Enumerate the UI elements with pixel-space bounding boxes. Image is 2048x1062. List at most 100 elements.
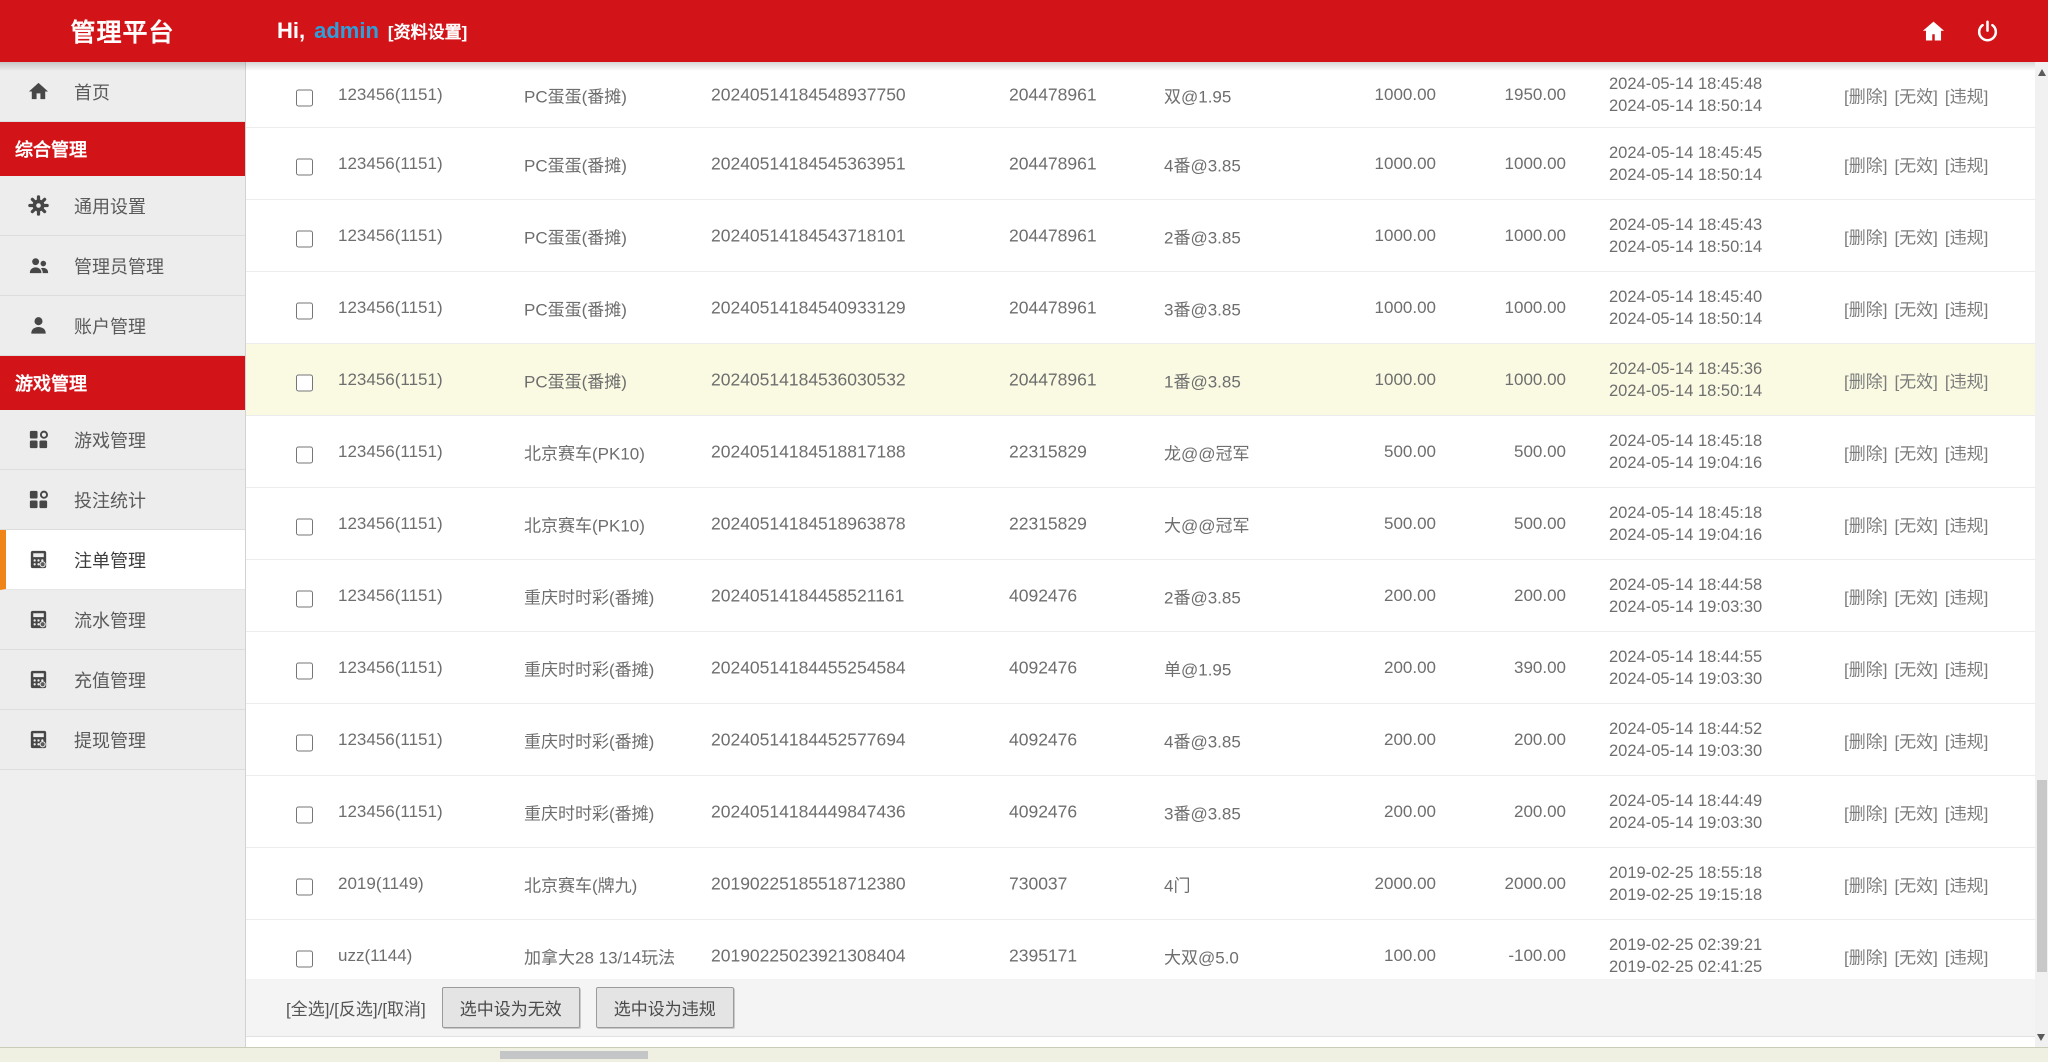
action-violation[interactable]: [违规]: [1945, 804, 1988, 823]
action-invalid[interactable]: [无效]: [1894, 372, 1937, 391]
action-violation[interactable]: [违规]: [1945, 732, 1988, 751]
action-delete[interactable]: [删除]: [1844, 876, 1887, 895]
action-invalid[interactable]: [无效]: [1894, 516, 1937, 535]
action-violation[interactable]: [违规]: [1945, 660, 1988, 679]
action-violation[interactable]: [违规]: [1945, 372, 1988, 391]
row-checkbox[interactable]: [296, 158, 313, 175]
action-violation[interactable]: [违规]: [1945, 948, 1988, 967]
action-violation[interactable]: [违规]: [1945, 588, 1988, 607]
row-checkbox[interactable]: [296, 374, 313, 391]
action-violation[interactable]: [违规]: [1945, 156, 1988, 175]
row-checkbox[interactable]: [296, 590, 313, 607]
row-checkbox[interactable]: [296, 518, 313, 535]
action-delete[interactable]: [删除]: [1844, 516, 1887, 535]
row-checkbox[interactable]: [296, 302, 313, 319]
action-delete[interactable]: [删除]: [1844, 732, 1887, 751]
action-delete[interactable]: [删除]: [1844, 948, 1887, 967]
action-invalid[interactable]: [无效]: [1894, 588, 1937, 607]
action-invalid[interactable]: [无效]: [1894, 444, 1937, 463]
horizontal-scrollbar[interactable]: [0, 1047, 2048, 1062]
action-invalid[interactable]: [无效]: [1894, 876, 1937, 895]
sidebar-item-home[interactable]: 首页: [0, 62, 245, 122]
sidebar-item-recharge-management[interactable]: 充值管理: [0, 650, 245, 710]
cell-user: uzz(1144): [338, 946, 412, 966]
action-violation[interactable]: [违规]: [1945, 87, 1988, 106]
cell-times: 2024-05-14 18:44:582024-05-14 19:03:30: [1609, 574, 1762, 618]
action-violation[interactable]: [违规]: [1945, 876, 1988, 895]
cell-times: 2024-05-14 18:45:432024-05-14 18:50:14: [1609, 214, 1762, 258]
vertical-scrollbar-thumb[interactable]: [2037, 780, 2047, 972]
action-violation[interactable]: [违规]: [1945, 228, 1988, 247]
cell-bet-content: 4番@3.85: [1164, 151, 1241, 176]
grid-icon: [26, 428, 50, 452]
action-delete[interactable]: [删除]: [1844, 660, 1887, 679]
sidebar-item-account-management[interactable]: 账户管理: [0, 296, 245, 356]
cell-order-no: 20240514184543718101: [711, 225, 906, 246]
action-delete[interactable]: [删除]: [1844, 588, 1887, 607]
cell-amount: 1000.00: [1316, 298, 1436, 318]
sidebar-item-label: 提现管理: [74, 727, 146, 753]
action-invalid[interactable]: [无效]: [1894, 804, 1937, 823]
action-delete[interactable]: [删除]: [1844, 804, 1887, 823]
action-delete[interactable]: [删除]: [1844, 156, 1887, 175]
row-checkbox[interactable]: [296, 950, 313, 967]
sidebar-item-order-management[interactable]: 注单管理: [0, 530, 245, 590]
sidebar-item-turnover-management[interactable]: 流水管理: [0, 590, 245, 650]
scroll-up-icon[interactable]: [2038, 69, 2046, 76]
cell-order-no: 20240514184455254584: [711, 657, 906, 678]
action-invalid[interactable]: [无效]: [1894, 660, 1937, 679]
action-invalid[interactable]: [无效]: [1894, 87, 1937, 106]
cell-user: 123456(1151): [338, 442, 443, 462]
row-checkbox[interactable]: [296, 806, 313, 823]
settle-time: 2024-05-14 19:04:16: [1609, 452, 1762, 474]
cell-period: 204478961: [1009, 84, 1097, 105]
action-violation[interactable]: [违规]: [1945, 300, 1988, 319]
power-logout-icon[interactable]: [1975, 19, 2000, 44]
row-checkbox[interactable]: [296, 230, 313, 247]
sidebar-item-general-settings[interactable]: 通用设置: [0, 176, 245, 236]
row-checkbox[interactable]: [296, 89, 313, 106]
cell-user: 123456(1151): [338, 370, 443, 390]
cell-times: 2019-02-25 02:39:212019-02-25 02:41:25: [1609, 934, 1762, 978]
row-checkbox[interactable]: [296, 446, 313, 463]
sidebar-item-bet-statistics[interactable]: 投注统计: [0, 470, 245, 530]
action-violation[interactable]: [违规]: [1945, 516, 1988, 535]
set-invalid-button[interactable]: 选中设为无效: [442, 987, 580, 1028]
action-delete[interactable]: [删除]: [1844, 372, 1887, 391]
bet-time: 2024-05-14 18:45:40: [1609, 286, 1762, 308]
profile-settings-link[interactable]: [资料设置]: [388, 18, 467, 43]
action-invalid[interactable]: [无效]: [1894, 300, 1937, 319]
table-row: 123456(1151)PC蛋蛋(番摊)20240514184540933129…: [246, 272, 2035, 344]
vertical-scrollbar[interactable]: [2035, 62, 2048, 1048]
row-checkbox[interactable]: [296, 878, 313, 895]
action-delete[interactable]: [删除]: [1844, 228, 1887, 247]
horizontal-scrollbar-thumb[interactable]: [500, 1051, 648, 1059]
row-checkbox[interactable]: [296, 662, 313, 679]
action-invalid[interactable]: [无效]: [1894, 156, 1937, 175]
action-invalid[interactable]: [无效]: [1894, 228, 1937, 247]
cell-user: 123456(1151): [338, 85, 443, 105]
row-checkbox[interactable]: [296, 734, 313, 751]
cell-actions: [删除] [无效] [违规]: [1844, 295, 1995, 320]
action-violation[interactable]: [违规]: [1945, 444, 1988, 463]
cell-game: PC蛋蛋(番摊): [524, 295, 627, 320]
cell-order-no: 20240514184458521161: [711, 585, 904, 606]
sidebar-item-withdraw-management[interactable]: 提现管理: [0, 710, 245, 770]
sidebar-item-game-management[interactable]: 游戏管理: [0, 410, 245, 470]
action-invalid[interactable]: [无效]: [1894, 948, 1937, 967]
calculator-icon: [26, 728, 50, 752]
select-all-links[interactable]: [全选]/[反选]/[取消]: [286, 995, 426, 1020]
action-invalid[interactable]: [无效]: [1894, 732, 1937, 751]
sidebar-item-admin-management[interactable]: 管理员管理: [0, 236, 245, 296]
action-delete[interactable]: [删除]: [1844, 444, 1887, 463]
top-header: 管理平台 Hi, admin [资料设置]: [0, 0, 2048, 62]
orders-table: 123456(1151)PC蛋蛋(番摊)20240514184548937750…: [246, 62, 2035, 992]
scroll-down-icon[interactable]: [2037, 1034, 2045, 1041]
action-delete[interactable]: [删除]: [1844, 87, 1887, 106]
cell-order-no: 20240514184545363951: [711, 153, 906, 174]
home-icon[interactable]: [1920, 18, 1947, 45]
cell-actions: [删除] [无效] [违规]: [1844, 943, 1995, 968]
cell-bet-content: 单@1.95: [1164, 655, 1231, 680]
action-delete[interactable]: [删除]: [1844, 300, 1887, 319]
set-violation-button[interactable]: 选中设为违规: [596, 987, 734, 1028]
